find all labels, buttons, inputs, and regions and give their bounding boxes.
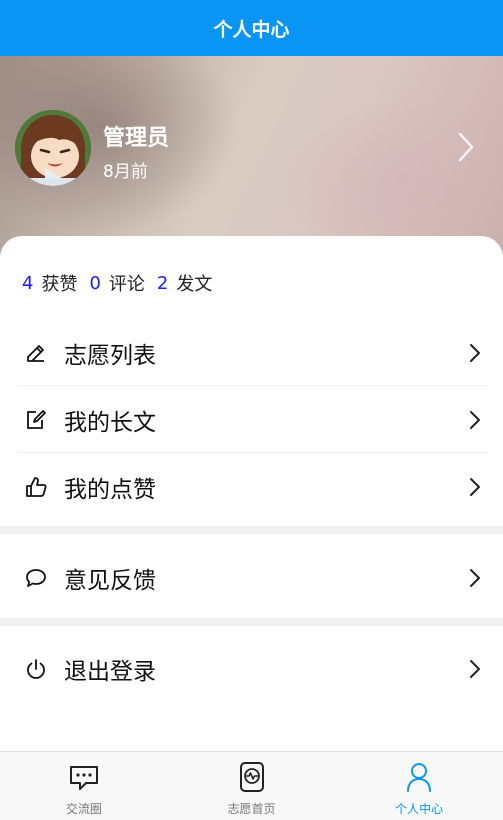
chevron-right-icon [468,343,482,363]
tab-label: 个人中心 [395,802,444,816]
menu-item-my-articles[interactable]: 我的长文 [18,387,488,453]
heart-rate-icon [236,761,268,793]
chat-bubble-icon [24,566,48,590]
page-title: 个人中心 [213,18,290,41]
tab-profile[interactable]: 个人中心 [335,752,503,820]
chevron-right-icon [468,568,482,588]
profile-chevron-right-icon[interactable] [455,131,477,167]
tab-label: 交流圈 [65,802,102,816]
power-icon [24,657,48,681]
chat-icon [68,761,100,793]
menu-item-logout[interactable]: 退出登录 [18,636,488,702]
menu-item-label: 意见反馈 [64,568,156,594]
page-title-bar: 个人中心 [0,0,503,56]
tab-community[interactable]: 交流圈 [0,752,168,820]
likes-label: 获赞 [41,274,78,295]
stats-row: 4 获赞 0 评论 2 发文 [22,270,224,296]
likes-count: 4 [22,272,34,294]
comments-count: 0 [89,272,101,294]
menu-divider [18,385,488,386]
person-icon [403,761,435,793]
chevron-right-icon [468,659,482,679]
section-gap [0,526,503,534]
menu-divider [18,452,488,453]
thumbs-up-icon [24,475,48,499]
section-gap [0,618,503,626]
bottom-tab-bar: 交流圈 志愿首页 个人中心 [0,751,503,820]
menu-item-label: 我的长文 [64,410,156,436]
menu-item-feedback[interactable]: 意见反馈 [18,545,488,611]
menu-item-label: 我的点赞 [64,477,156,503]
chevron-right-icon [468,477,482,497]
profile-name: 管理员 [103,126,170,151]
edit-icon [24,341,48,365]
posts-count: 2 [156,272,169,294]
menu-item-my-likes[interactable]: 我的点赞 [18,454,488,520]
menu-item-label: 退出登录 [64,659,156,685]
avatar[interactable] [15,110,91,186]
profile-time: 8月前 [103,162,148,182]
menu-item-volunteer-list[interactable]: 志愿列表 [18,320,488,386]
edit-square-icon [24,408,48,432]
avatar-image [15,110,91,186]
menu-item-label: 志愿列表 [64,343,156,369]
comments-label: 评论 [108,274,145,295]
chevron-right-icon [468,410,482,430]
tab-volunteer-home[interactable]: 志愿首页 [168,752,336,820]
tab-label: 志愿首页 [227,802,276,816]
posts-label: 发文 [176,274,213,295]
